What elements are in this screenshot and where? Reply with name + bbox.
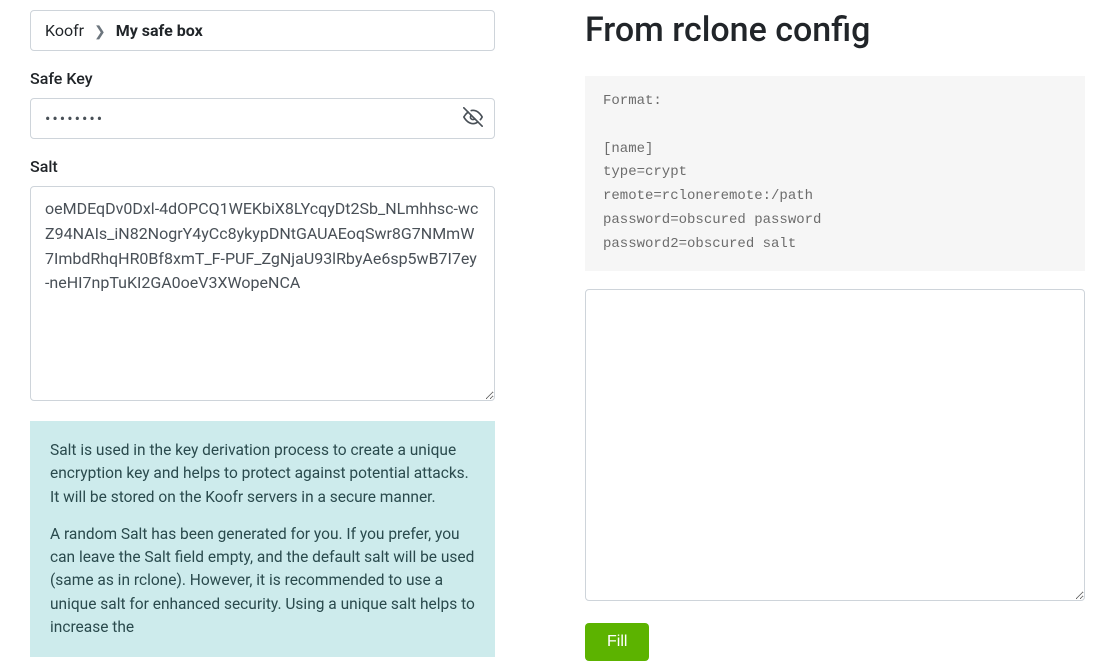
chevron-right-icon: ❯ <box>94 24 106 40</box>
fill-button[interactable]: Fill <box>585 623 649 661</box>
eye-off-icon[interactable] <box>463 107 483 131</box>
breadcrumb-root[interactable]: Koofr <box>45 21 84 40</box>
breadcrumb-leaf: My safe box <box>116 21 203 40</box>
salt-label: Salt <box>30 157 495 176</box>
info-p1: Salt is used in the key derivation proce… <box>50 439 475 509</box>
safe-key-input[interactable] <box>30 98 495 139</box>
salt-input[interactable] <box>30 186 495 401</box>
rclone-config-title: From rclone config <box>585 10 1085 50</box>
breadcrumb[interactable]: Koofr ❯ My safe box <box>30 10 495 51</box>
format-code-block: Format: [name] type=crypt remote=rcloner… <box>585 76 1085 271</box>
salt-info-box: Salt is used in the key derivation proce… <box>30 421 495 657</box>
safe-key-label: Safe Key <box>30 69 495 88</box>
info-p2: A random Salt has been generated for you… <box>50 523 475 639</box>
rclone-config-input[interactable] <box>585 289 1085 601</box>
